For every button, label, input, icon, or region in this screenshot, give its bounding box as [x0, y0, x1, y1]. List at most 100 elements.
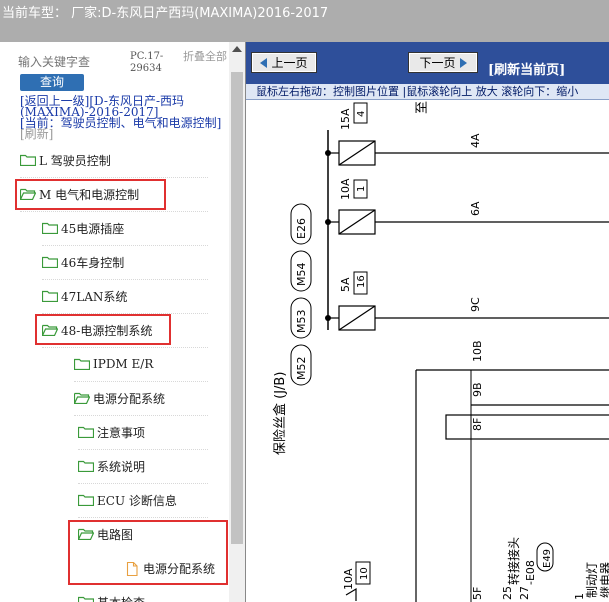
tree-item-precautions[interactable]: 注意事项: [78, 420, 145, 444]
folder-icon: [42, 290, 58, 302]
tree-item-label: L 驾驶员控制: [39, 153, 111, 168]
svg-text:25: 25: [501, 586, 514, 600]
svg-text:10A: 10A: [339, 178, 352, 200]
arrow-right-icon: [459, 57, 467, 68]
tree-item-label: 电源分配系统: [93, 391, 166, 406]
svg-text:继电器: 继电器: [599, 562, 609, 598]
svg-text:10A: 10A: [342, 568, 355, 590]
divider: [78, 483, 208, 484]
svg-text:M52: M52: [295, 357, 308, 381]
svg-text:M54: M54: [295, 263, 308, 287]
viewer-toolbar: 上一页 下一页 [刷新当前页]: [246, 42, 609, 84]
divider: [74, 381, 208, 382]
tree-item-label: 系统说明: [97, 459, 146, 474]
search-input[interactable]: [18, 55, 118, 69]
svg-text:1: 1: [356, 186, 367, 192]
folder-icon: [42, 222, 58, 234]
tree-item-46-body-control[interactable]: 46车身控制: [42, 250, 124, 274]
svg-text:10B: 10B: [471, 340, 484, 362]
search-row: 查询 PC.17-29634 折叠全部: [18, 50, 238, 94]
next-page-label: 下一页: [419, 56, 456, 70]
svg-text:9B: 9B: [471, 382, 484, 397]
window-title: 当前车型： 厂家:D-东风日产西玛(MAXIMA)2016-2017: [2, 6, 329, 21]
tree-item-47-lan-system[interactable]: 47LAN系统: [42, 284, 127, 308]
svg-text:-E08: -E08: [524, 560, 537, 585]
svg-text:5F: 5F: [471, 587, 484, 600]
svg-text:10: 10: [359, 567, 370, 580]
tree-item-basic-inspection[interactable]: 基本检查: [78, 590, 145, 602]
svg-text:9C: 9C: [469, 297, 482, 312]
svg-text:E49: E49: [542, 549, 553, 568]
tree-item-label: 45电源插座: [61, 221, 125, 236]
svg-text:制动灯: 制动灯: [585, 562, 599, 598]
fuse-10a: 10A 1 6A: [325, 178, 609, 235]
svg-text:转接接头: 转接接头: [506, 537, 521, 585]
svg-text:27: 27: [518, 586, 531, 600]
version-label: PC.17-29634: [130, 51, 164, 74]
svg-text:4A: 4A: [469, 133, 482, 148]
tree-item-ipdm-er[interactable]: IPDM E/R: [74, 352, 153, 376]
divider: [20, 177, 208, 178]
svg-text:16: 16: [356, 275, 367, 288]
tree-item-label: 47LAN系统: [61, 289, 128, 304]
tree-item-label: ECU 诊断信息: [97, 493, 177, 508]
collapse-all-link[interactable]: 折叠全部: [183, 51, 229, 63]
svg-text:M53: M53: [295, 310, 308, 334]
title-bar: 当前车型： 厂家:D-东风日产西玛(MAXIMA)2016-2017: [0, 0, 609, 42]
svg-text:8F: 8F: [471, 418, 484, 431]
scrollbar-thumb[interactable]: [231, 72, 243, 544]
folder-open-icon: [74, 392, 90, 404]
connector-ellipses: M52 M53 M54 E26: [290, 203, 312, 386]
highlight-box: [35, 314, 171, 345]
folder-icon: [20, 154, 36, 166]
fuse-5a: 5A 16 9C: [325, 271, 609, 331]
svg-text:4: 4: [356, 111, 367, 117]
arrow-left-icon: [260, 57, 268, 68]
divider: [42, 279, 208, 280]
tree-item-system-description[interactable]: 系统说明: [78, 454, 145, 478]
svg-text:E26: E26: [295, 218, 308, 239]
divider: [78, 517, 208, 518]
tree-item-45-power-socket[interactable]: 45电源插座: [42, 216, 124, 240]
diagram-label-top: 至: [415, 101, 430, 114]
breadcrumb: [返回上一级][D-东风日产-西玛(MAXIMA)-2016-2017] [当前…: [20, 95, 225, 141]
divider: [78, 449, 208, 450]
prev-page-button[interactable]: 上一页: [251, 52, 317, 73]
left-panel: 查询 PC.17-29634 折叠全部 [返回上一级][D-东风日产-西玛(MA…: [0, 42, 245, 602]
wiring-diagram[interactable]: 至 15A 4 4A 10A 1 6A 5A 16 9C 保险丝盒 (J/B) …: [246, 100, 609, 602]
scroll-up-icon[interactable]: [232, 46, 242, 52]
tree-item-label: 注意事项: [97, 425, 146, 440]
tree-item-power-distribution[interactable]: 电源分配系统: [74, 386, 165, 410]
divider: [74, 415, 208, 416]
fuse-15a: 15A 4 4A: [325, 102, 609, 166]
highlight-box: [15, 179, 166, 210]
query-button[interactable]: 查询: [20, 74, 84, 91]
folder-icon: [42, 256, 58, 268]
next-page-button[interactable]: 下一页: [408, 52, 478, 73]
folder-icon: [74, 358, 90, 370]
tree-item-l-driver-control[interactable]: L 驾驶员控制: [20, 148, 111, 172]
folder-icon: [78, 494, 94, 506]
tree-item-label: 基本检查: [97, 594, 145, 602]
divider: [42, 245, 208, 246]
svg-text:5A: 5A: [339, 277, 352, 292]
wiring-diagram-svg: 至 15A 4 4A 10A 1 6A 5A 16 9C 保险丝盒 (J/B) …: [272, 101, 609, 602]
folder-icon: [78, 426, 94, 438]
svg-text:15A: 15A: [339, 108, 352, 130]
refresh-page-button[interactable]: [刷新当前页]: [488, 59, 565, 78]
svg-text:6A: 6A: [469, 201, 482, 216]
folder-icon: [78, 460, 94, 472]
tree-item-label: IPDM E/R: [93, 357, 154, 371]
divider: [20, 211, 208, 212]
hint-bar: 鼠标左右拖动：控制图片位置 |鼠标滚轮向上 放大 滚轮向下：缩小: [246, 84, 609, 100]
prev-page-label: 上一页: [271, 56, 308, 70]
tree-item-ecu-diagnosis[interactable]: ECU 诊断信息: [78, 488, 177, 512]
refresh-link[interactable]: [刷新]: [20, 127, 53, 141]
fuse-block-label: 保险丝盒 (J/B): [272, 372, 288, 455]
diagram-viewer: 上一页 下一页 [刷新当前页] 鼠标左右拖动：控制图片位置 |鼠标滚轮向上 放大…: [245, 42, 609, 602]
left-scrollbar[interactable]: [229, 42, 245, 602]
folder-icon: [78, 596, 94, 602]
highlight-box: [68, 520, 228, 585]
tree-item-label: 46车身控制: [61, 255, 125, 270]
divider: [42, 347, 208, 348]
